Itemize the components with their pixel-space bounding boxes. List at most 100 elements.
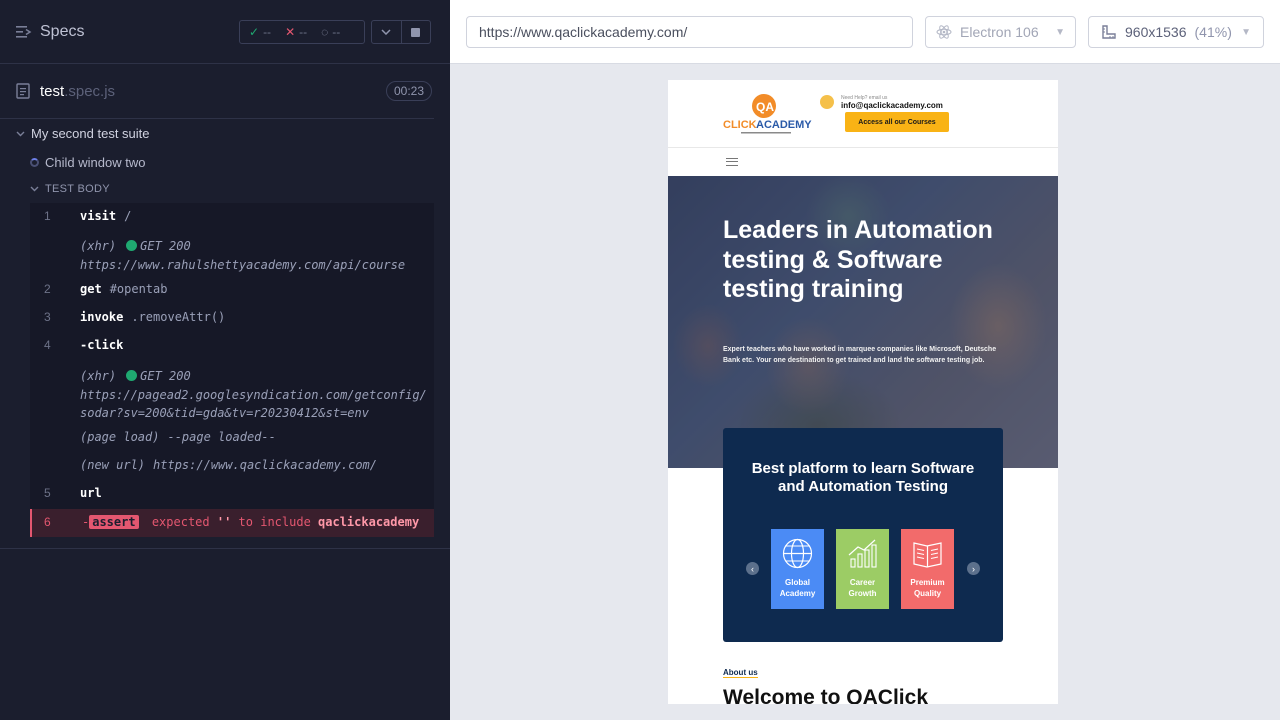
qaclick-logo[interactable]: QA CLICK ACADEMY (723, 92, 813, 136)
running-spinner-icon (30, 158, 39, 167)
command-number: 1 (44, 209, 51, 223)
chevron-down-icon: ▼ (1055, 26, 1065, 38)
runner-controls (371, 20, 431, 44)
url-input[interactable] (466, 16, 913, 48)
hero-subtitle: Expert teachers who have worked in marqu… (723, 346, 997, 364)
welcome-heading: Welcome to QAClick (723, 686, 928, 704)
svg-text:ACADEMY: ACADEMY (756, 119, 812, 131)
growth-chart-icon (848, 539, 877, 568)
test-body-row[interactable]: TEST BODY (30, 183, 110, 195)
test-title: Child window two (45, 155, 146, 170)
book-icon (913, 542, 942, 568)
assert-value: qaclickacademy (318, 515, 420, 529)
help-email[interactable]: info@qaclickacademy.com (841, 101, 943, 110)
xhr-url: https://www.rahulshettyacademy.com/api/c… (80, 258, 406, 272)
carousel-next-button[interactable]: › (967, 562, 980, 575)
carousel-prev-button[interactable]: ‹ (746, 562, 759, 575)
suite-title: My second test suite (31, 126, 150, 141)
platform-card: Best platform to learn Software and Auto… (723, 428, 1003, 642)
passed-count: -- (263, 25, 272, 39)
command-number: 5 (44, 486, 51, 500)
about-us-label: About us (723, 668, 758, 678)
assert-expected: expected (151, 515, 210, 529)
file-icon (16, 83, 30, 99)
check-icon: ✓ (249, 25, 260, 39)
spec-file-name: test (40, 82, 65, 100)
tile-premium-quality[interactable]: Premium Quality (901, 529, 954, 609)
command-log-panel: Specs ✓ -- ✕ -- ◌ -- test .spec.js 00:23… (0, 0, 450, 720)
xhr-url: https://pagead2.googlesyndication.com/ge… (80, 387, 427, 421)
command-number-empty (30, 458, 80, 481)
tile-career-growth[interactable]: Career Growth (836, 529, 889, 609)
command-row[interactable]: 5 url (30, 481, 434, 509)
browser-name: Electron 106 (960, 24, 1039, 40)
command-name: visit (80, 209, 117, 223)
test-body-label: TEST BODY (45, 183, 110, 195)
expand-toggle-button[interactable] (372, 21, 401, 43)
site-nav (668, 148, 1058, 176)
passed-stat: ✓ -- (249, 25, 271, 39)
chevron-down-icon (30, 186, 39, 192)
xhr-label: (xhr) (80, 369, 117, 383)
event-label: (new url) (80, 458, 146, 472)
tile-label: Global Academy (779, 578, 816, 598)
chevron-down-icon: ▼ (1241, 26, 1251, 38)
command-name: -click (80, 338, 124, 352)
command-name: url (80, 486, 102, 500)
hamburger-menu-icon[interactable] (726, 158, 738, 166)
xhr-status: GET 200 (140, 369, 191, 383)
site-header: QA CLICK ACADEMY Need Help? email us inf… (668, 80, 1058, 148)
command-list: 1 visit / (xhr) GET 200 https://www.rahuls… (30, 203, 434, 537)
test-stats: ✓ -- ✕ -- ◌ -- (239, 20, 365, 44)
failed-assert-row[interactable]: 6 - assert expected '' to include qaclick… (30, 509, 434, 537)
command-name: invoke (80, 310, 124, 324)
x-icon: ✕ (285, 25, 296, 39)
command-row[interactable]: 1 visit / (30, 203, 434, 231)
stop-button[interactable] (400, 21, 430, 43)
xhr-row[interactable]: (xhr) GET 200 https://www.rahulshettyacad… (30, 231, 434, 277)
pending-count: -- (332, 25, 341, 39)
specs-title[interactable]: Specs (40, 23, 84, 41)
command-name: get (80, 282, 102, 296)
command-number-empty (30, 237, 80, 277)
viewport-select[interactable]: 960x1536 (41%) ▼ (1088, 16, 1264, 48)
svg-text:QA: QA (756, 100, 774, 114)
assert-to-include: to include (238, 515, 311, 529)
spec-file-row[interactable]: test .spec.js (0, 64, 434, 119)
status-dot-icon (126, 240, 138, 251)
stop-icon (411, 27, 421, 37)
chevron-down-icon (381, 29, 392, 35)
access-courses-button[interactable]: Access all our Courses (845, 112, 949, 132)
xhr-label: (xhr) (80, 239, 117, 253)
hero-banner: Leaders in Automation testing & Software… (668, 176, 1058, 468)
command-arg: .removeAttr() (131, 310, 226, 324)
command-row[interactable]: 4 -click (30, 333, 434, 361)
page-load-row[interactable]: (page load) --page loaded-- (30, 425, 434, 453)
command-name: assert (89, 515, 139, 529)
ruler-icon (1102, 25, 1116, 39)
xhr-row[interactable]: (xhr) GET 200 https://pagead2.googlesyndi… (30, 361, 434, 425)
failed-stat: ✕ -- (285, 25, 307, 39)
tile-global-academy[interactable]: Global Academy (771, 529, 824, 609)
viewport-zoom: (41%) (1194, 24, 1232, 40)
suite-row[interactable]: My second test suite (16, 126, 150, 141)
new-url-row[interactable]: (new url) https://www.qaclickacademy.com/ (30, 453, 434, 481)
aut-iframe[interactable]: QA CLICK ACADEMY Need Help? email us inf… (668, 80, 1058, 704)
command-row[interactable]: 2 get #opentab (30, 277, 434, 305)
command-number-empty (30, 430, 80, 453)
browser-select[interactable]: Electron 106 ▼ (925, 16, 1076, 48)
test-row[interactable]: Child window two (30, 155, 145, 170)
event-text: https://www.qaclickacademy.com/ (153, 458, 377, 472)
command-number-empty (30, 367, 80, 425)
command-number: 4 (44, 338, 51, 352)
chevron-down-icon (16, 131, 25, 136)
command-row[interactable]: 3 invoke .removeAttr() (30, 305, 434, 333)
failed-count: -- (299, 25, 308, 39)
xhr-status: GET 200 (140, 239, 191, 253)
status-dot-icon (126, 370, 138, 381)
specs-list-icon[interactable] (16, 25, 32, 39)
divider (0, 548, 450, 549)
command-number: 3 (44, 310, 51, 324)
event-label: (page load) (80, 430, 160, 444)
command-number: 6 (44, 515, 51, 529)
